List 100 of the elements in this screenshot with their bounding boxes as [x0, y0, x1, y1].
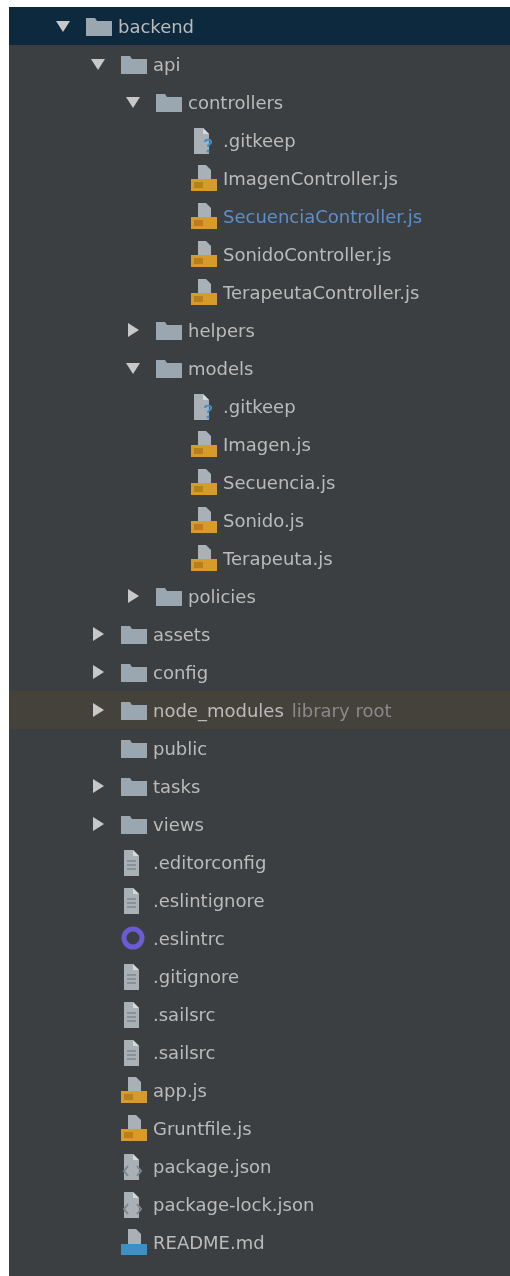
tree-row[interactable]: app.js — [9, 1071, 510, 1109]
file-name: SecuenciaController.js — [223, 204, 423, 229]
file-name: package-lock.json — [153, 1192, 315, 1217]
folder-name: views — [153, 812, 204, 837]
js-file-icon — [120, 1076, 148, 1104]
tree-row[interactable]: package.json — [9, 1147, 510, 1185]
tree-row[interactable]: assets — [9, 615, 510, 653]
tree-row[interactable]: Terapeuta.js — [9, 539, 510, 577]
file-name: .sailsrc — [153, 1002, 216, 1027]
tree-row[interactable]: Sonido.js — [9, 501, 510, 539]
tree-row[interactable]: .gitignore — [9, 957, 510, 995]
tree-row[interactable]: .editorconfig — [9, 843, 510, 881]
folder-name: helpers — [188, 318, 255, 343]
js-file-icon — [190, 544, 218, 572]
selected-tree-row[interactable]: backend — [9, 7, 510, 45]
js-file-icon — [190, 278, 218, 306]
folder-name: models — [188, 356, 254, 381]
ring-icon — [120, 925, 146, 951]
folder-name: controllers — [188, 90, 284, 115]
tree-row[interactable]: README.md — [9, 1223, 510, 1261]
folder-icon — [85, 15, 113, 37]
file-name: package.json — [153, 1154, 272, 1179]
folder-icon — [120, 53, 148, 75]
folder-name: tasks — [153, 774, 201, 799]
expand-arrow-icon[interactable] — [125, 588, 141, 604]
file-name: .gitkeep — [223, 128, 296, 153]
folder-name: public — [153, 736, 208, 761]
tree-row[interactable]: node_modules library root — [9, 691, 510, 729]
file-name: SonidoController.js — [223, 242, 392, 267]
file-name: app.js — [153, 1078, 207, 1103]
folder-icon — [120, 623, 148, 645]
js-file-icon — [120, 1114, 148, 1142]
tree-row[interactable]: controllers — [9, 83, 510, 121]
js-file-icon — [190, 240, 218, 268]
tree-row[interactable]: SecuenciaController.js — [9, 197, 510, 235]
expand-arrow-icon[interactable] — [90, 664, 106, 680]
expand-arrow-icon[interactable] — [90, 626, 106, 642]
tree-row[interactable]: public — [9, 729, 510, 767]
folder-name: backend — [118, 14, 195, 39]
expand-arrow-icon[interactable] — [90, 702, 106, 718]
tree-row[interactable]: tasks — [9, 767, 510, 805]
tree-row[interactable]: .eslintignore — [9, 881, 510, 919]
folder-icon — [155, 91, 183, 113]
file-name: TerapeutaController.js — [223, 280, 420, 305]
tree-row[interactable]: .eslintrc — [9, 919, 510, 957]
folder-icon — [120, 699, 148, 721]
folder-icon — [120, 737, 148, 759]
tree-row[interactable]: .sailsrc — [9, 995, 510, 1033]
file-name: .gitignore — [153, 964, 240, 989]
collapse-arrow-icon[interactable] — [125, 94, 141, 110]
tree-row[interactable]: package-lock.json — [9, 1185, 510, 1223]
tree-row[interactable]: .sailsrc — [9, 1033, 510, 1071]
tree-row[interactable]: Imagen.js — [9, 425, 510, 463]
file-name: .eslintignore — [153, 888, 265, 913]
js-file-icon — [190, 202, 218, 230]
tree-row[interactable]: models — [9, 349, 510, 387]
file-name: Imagen.js — [223, 432, 311, 457]
tree-row[interactable]: ImagenController.js — [9, 159, 510, 197]
folder-name: policies — [188, 584, 256, 609]
file-name: ImagenController.js — [223, 166, 398, 191]
collapse-arrow-icon[interactable] — [125, 360, 141, 376]
folder-icon — [120, 661, 148, 683]
js-file-icon — [190, 430, 218, 458]
js-file-icon — [190, 164, 218, 192]
folder-icon — [120, 813, 148, 835]
file-name: .eslintrc — [153, 926, 225, 951]
expand-arrow-icon[interactable] — [90, 778, 106, 794]
tree-row[interactable]: policies — [9, 577, 510, 615]
expand-arrow-icon[interactable] — [90, 816, 106, 832]
folder-icon — [155, 319, 183, 341]
folder-icon — [120, 775, 148, 797]
file-name: .editorconfig — [153, 850, 267, 875]
tree-row[interactable]: views — [9, 805, 510, 843]
tree-row[interactable]: config — [9, 653, 510, 691]
expand-arrow-icon[interactable] — [125, 322, 141, 338]
folder-name: node_modules — [153, 698, 284, 724]
file-name: .gitkeep — [223, 394, 296, 419]
file-name: Terapeuta.js — [223, 546, 333, 571]
tree-row[interactable]: SonidoController.js — [9, 235, 510, 273]
markdown-file-icon — [120, 1228, 148, 1256]
tree-row[interactable]: Secuencia.js — [9, 463, 510, 501]
js-file-icon — [190, 468, 218, 496]
tree-row[interactable]: helpers — [9, 311, 510, 349]
collapse-arrow-icon[interactable] — [55, 18, 71, 34]
file-name: Gruntfile.js — [153, 1116, 252, 1141]
tree-row[interactable]: TerapeutaController.js — [9, 273, 510, 311]
file-name: .sailsrc — [153, 1040, 216, 1065]
file-name: README.md — [153, 1230, 265, 1255]
folder-icon — [155, 585, 183, 607]
js-file-icon — [190, 506, 218, 534]
folder-name: config — [153, 660, 209, 685]
tree-row[interactable]: Gruntfile.js — [9, 1109, 510, 1147]
tree-row[interactable]: .gitkeep — [9, 121, 510, 159]
file-name: Secuencia.js — [223, 470, 336, 495]
folder-name: api — [153, 52, 181, 77]
folder-icon — [155, 357, 183, 379]
tree-row[interactable]: .gitkeep — [9, 387, 510, 425]
tree-row[interactable]: api — [9, 45, 510, 83]
file-name: Sonido.js — [223, 508, 305, 533]
collapse-arrow-icon[interactable] — [90, 56, 106, 72]
